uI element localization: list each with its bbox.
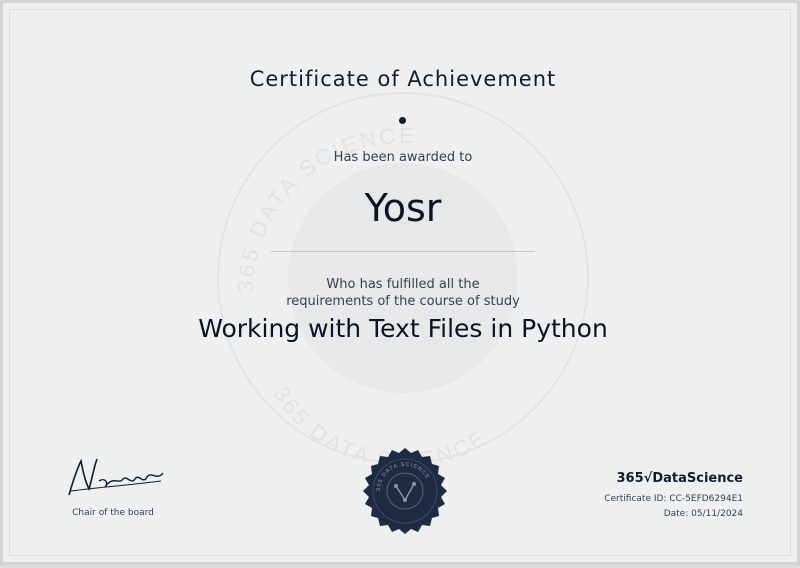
certificate-id-value: CC-5EFD6294E1 <box>669 494 743 504</box>
certificate-date: Date: 05/11/2024 <box>664 509 743 519</box>
course-title: Working with Text Files in Python <box>198 314 608 343</box>
recipient-name: Yosr <box>364 186 442 230</box>
awarded-text: Has been awarded to <box>333 150 473 165</box>
date-label: Date: <box>663 509 689 519</box>
fulfilled-text: Who has fulfilled all the requirements o… <box>3 276 800 310</box>
signature <box>68 458 164 496</box>
certificate-title: Certificate of Achievement <box>249 67 557 91</box>
name-underline <box>271 251 535 252</box>
certificate-id-label: Certificate ID: <box>604 494 667 504</box>
seal-icon: 365 DATA SCIENCE <box>363 448 447 534</box>
fulfilled-line-1: Who has fulfilled all the <box>326 277 480 292</box>
certificate: 365 DATA SCIENCE 365 DATA SCIENCE Certif… <box>0 0 800 565</box>
title-dot <box>399 117 406 124</box>
certificate-id: Certificate ID: CC-5EFD6294E1 <box>604 494 743 504</box>
issuer-logo: 365√DataScience <box>616 471 743 486</box>
signer-label: Chair of the board <box>72 508 154 518</box>
date-value: 05/11/2024 <box>691 509 743 519</box>
fulfilled-line-2: requirements of the course of study <box>286 294 520 309</box>
